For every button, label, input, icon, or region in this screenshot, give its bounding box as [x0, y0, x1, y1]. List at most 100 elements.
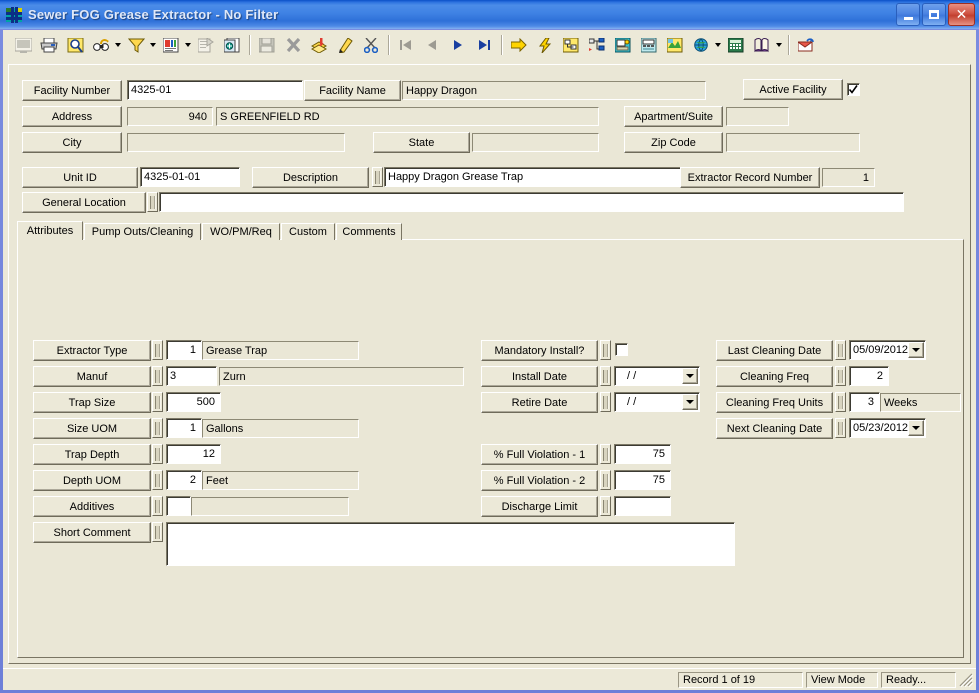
zip-label[interactable]: Zip Code — [624, 132, 723, 153]
extractor-type-label[interactable]: Extractor Type — [33, 340, 151, 361]
map-icon[interactable] — [663, 34, 687, 57]
full-violation-1-indicator[interactable] — [600, 444, 611, 464]
additives-code[interactable] — [166, 496, 191, 516]
retire-date-label[interactable]: Retire Date — [481, 392, 598, 413]
short-comment-input[interactable] — [166, 522, 735, 566]
close-button[interactable]: ✕ — [948, 3, 975, 26]
hierarchy-icon[interactable] — [585, 34, 609, 57]
calculator-icon[interactable] — [724, 34, 748, 57]
depth-uom-code[interactable]: 2 — [166, 470, 202, 490]
last-cleaning-date-dropdown-icon[interactable] — [908, 342, 924, 358]
copy-record-icon[interactable] — [220, 34, 244, 57]
cleaning-freq-label[interactable]: Cleaning Freq — [716, 366, 833, 387]
screen-icon[interactable] — [11, 34, 35, 57]
print-icon[interactable] — [37, 34, 61, 57]
retire-date-dropdown-icon[interactable] — [682, 394, 698, 410]
globe-icon[interactable] — [689, 34, 713, 57]
cleaning-freq-units-label[interactable]: Cleaning Freq Units — [716, 392, 833, 413]
apartment-label[interactable]: Apartment/Suite — [624, 106, 723, 127]
save-icon[interactable] — [255, 34, 279, 57]
filter-icon[interactable] — [124, 34, 148, 57]
short-comment-label[interactable]: Short Comment — [33, 522, 151, 543]
size-uom-indicator[interactable] — [152, 418, 163, 438]
first-record-icon[interactable] — [394, 34, 418, 57]
full-violation-1-input[interactable]: 75 — [614, 444, 671, 464]
last-record-icon[interactable] — [472, 34, 496, 57]
book-icon[interactable] — [750, 34, 774, 57]
general-location-label[interactable]: General Location — [22, 192, 146, 213]
cleaning-freq-units-indicator[interactable] — [835, 392, 846, 412]
retire-date-indicator[interactable] — [600, 392, 611, 412]
resize-grip-icon[interactable] — [959, 673, 974, 687]
install-date-dropdown-icon[interactable] — [682, 368, 698, 384]
cleaning-freq-indicator[interactable] — [835, 366, 846, 386]
cut-icon[interactable] — [359, 34, 383, 57]
full-violation-2-label[interactable]: % Full Violation - 2 — [481, 470, 598, 491]
manuf-code[interactable]: 3 — [166, 366, 217, 386]
short-comment-indicator[interactable] — [152, 522, 163, 542]
active-facility-checkbox[interactable] — [847, 83, 860, 96]
desktop-icon[interactable] — [611, 34, 635, 57]
full-violation-2-indicator[interactable] — [600, 470, 611, 490]
manuf-indicator[interactable] — [152, 366, 163, 386]
unit-id-input[interactable]: 4325-01-01 — [140, 167, 240, 187]
description-indicator[interactable] — [372, 167, 383, 187]
last-cleaning-date-label[interactable]: Last Cleaning Date — [716, 340, 833, 361]
facility-number-input[interactable]: 4325-01 — [127, 80, 303, 100]
extractor-type-code[interactable]: 1 — [166, 340, 202, 360]
mandatory-install-indicator[interactable] — [600, 340, 611, 360]
extractor-type-indicator[interactable] — [152, 340, 163, 360]
find-icon[interactable] — [89, 34, 113, 57]
filter-dropdown-arrow[interactable] — [147, 34, 158, 57]
city-label[interactable]: City — [22, 132, 122, 153]
next-cleaning-date-label[interactable]: Next Cleaning Date — [716, 418, 833, 439]
maximize-button[interactable] — [922, 3, 946, 26]
trap-depth-value[interactable]: 12 — [166, 444, 221, 464]
cleaning-freq-input[interactable]: 2 — [849, 366, 889, 386]
facility-name-label[interactable]: Facility Name — [304, 80, 401, 101]
next-record-icon[interactable] — [446, 34, 470, 57]
extractor-record-number-label[interactable]: Extractor Record Number — [680, 167, 820, 188]
install-date-label[interactable]: Install Date — [481, 366, 598, 387]
discharge-limit-input[interactable] — [614, 496, 671, 516]
report-icon[interactable] — [159, 34, 183, 57]
next-cleaning-date-dropdown-icon[interactable] — [908, 420, 924, 436]
discharge-limit-label[interactable]: Discharge Limit — [481, 496, 598, 517]
address-label[interactable]: Address — [22, 106, 122, 127]
additives-label[interactable]: Additives — [33, 496, 151, 517]
install-date-indicator[interactable] — [600, 366, 611, 386]
trap-size-label[interactable]: Trap Size — [33, 392, 151, 413]
description-label[interactable]: Description — [252, 167, 369, 188]
general-location-indicator[interactable] — [147, 192, 158, 212]
next-cleaning-date-indicator[interactable] — [835, 418, 846, 438]
discharge-limit-indicator[interactable] — [600, 496, 611, 516]
description-input[interactable]: Happy Dragon Grease Trap — [384, 167, 684, 187]
trap-depth-label[interactable]: Trap Depth — [33, 444, 151, 465]
depth-uom-indicator[interactable] — [152, 470, 163, 490]
active-facility-label[interactable]: Active Facility — [743, 79, 843, 100]
size-uom-label[interactable]: Size UOM — [33, 418, 151, 439]
trap-size-indicator[interactable] — [152, 392, 163, 412]
tab-pump-outs-cleaning[interactable]: Pump Outs/Cleaning — [84, 223, 201, 240]
unit-id-label[interactable]: Unit ID — [22, 167, 138, 188]
globe-dropdown-arrow[interactable] — [712, 34, 723, 57]
tab-attributes[interactable]: Attributes — [17, 221, 83, 240]
state-label[interactable]: State — [373, 132, 470, 153]
tab-wo-pm-req[interactable]: WO/PM/Req — [202, 223, 280, 240]
new-record-icon[interactable] — [307, 34, 331, 57]
book-dropdown-arrow[interactable] — [773, 34, 784, 57]
minimize-button[interactable] — [896, 3, 920, 26]
workflow-icon[interactable] — [559, 34, 583, 57]
facility-number-label[interactable]: Facility Number — [22, 80, 122, 101]
find-dropdown-arrow[interactable] — [112, 34, 123, 57]
additives-indicator[interactable] — [152, 496, 163, 516]
lightning-icon[interactable] — [533, 34, 557, 57]
cleaning-freq-units-code[interactable]: 3 — [849, 392, 880, 412]
print-preview-icon[interactable] — [63, 34, 87, 57]
last-cleaning-date-indicator[interactable] — [835, 340, 846, 360]
mandatory-install-checkbox[interactable] — [615, 343, 628, 356]
manuf-label[interactable]: Manuf — [33, 366, 151, 387]
delete-icon[interactable] — [281, 34, 305, 57]
trap-size-value[interactable]: 500 — [166, 392, 221, 412]
report-dropdown-arrow[interactable] — [182, 34, 193, 57]
